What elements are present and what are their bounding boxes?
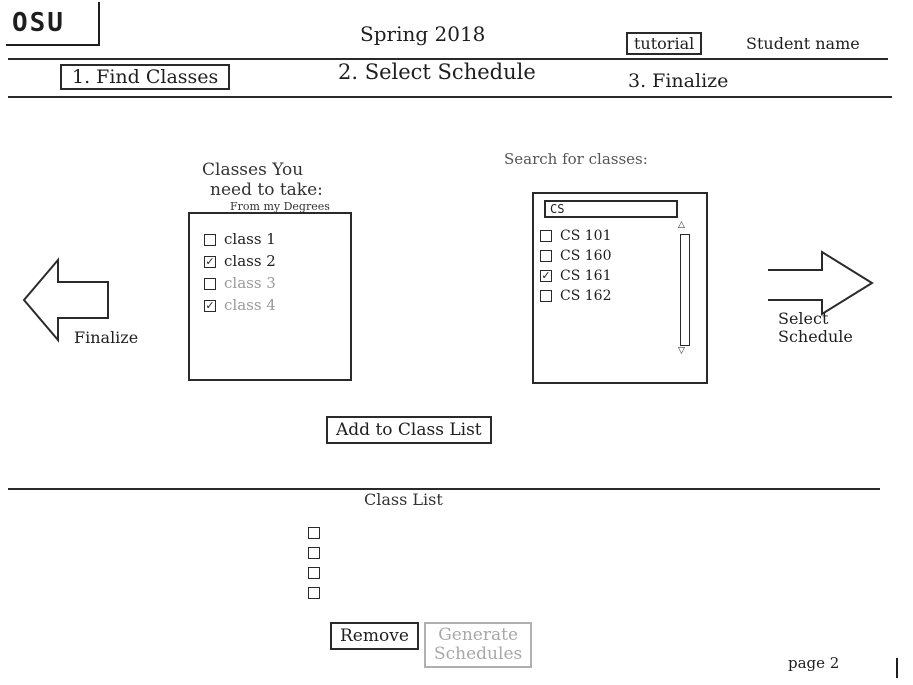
checkbox-icon[interactable]	[308, 546, 320, 559]
add-to-class-list-button[interactable]: Add to Class List	[326, 416, 492, 444]
scroll-down-icon[interactable]: ▽	[678, 346, 685, 356]
page-label: page 2	[788, 654, 840, 672]
step-find-classes-label: 1. Find Classes	[60, 64, 231, 90]
needed-class-item[interactable]: ✓ class 4	[204, 296, 350, 318]
search-result-item[interactable]: CS 160	[540, 248, 611, 268]
checkbox-icon[interactable]	[540, 230, 552, 242]
search-result-label: CS 101	[560, 228, 612, 244]
checkbox-icon[interactable]	[308, 526, 320, 539]
generate-line1: Generate	[438, 625, 519, 645]
needed-class-label: class 3	[224, 274, 276, 292]
search-input-value: CS	[550, 202, 565, 216]
needed-class-item[interactable]: class 1	[204, 230, 350, 252]
step-find-classes[interactable]: 1. Find Classes	[60, 64, 231, 90]
checkbox-icon[interactable]	[308, 586, 320, 599]
search-input[interactable]: CS	[544, 200, 678, 218]
term-title: Spring 2018	[360, 22, 486, 46]
search-result-label: CS 160	[560, 248, 612, 264]
checkbox-icon[interactable]	[540, 290, 552, 302]
checkbox-checked-icon[interactable]: ✓	[204, 256, 216, 268]
generate-schedules-button[interactable]: Generate Schedules	[424, 622, 533, 668]
needed-classes-list: class 1 ✓ class 2 class 3 ✓ class 4	[188, 212, 352, 381]
scroll-up-icon[interactable]: △	[678, 220, 685, 230]
class-list-title: Class List	[364, 490, 443, 509]
needed-title-line2: need to take:	[210, 180, 323, 200]
search-panel: CS CS 101 CS 160 ✓ CS 161 CS 162 △ ▽	[532, 192, 708, 384]
class-list-row[interactable]	[308, 582, 328, 602]
needed-class-item[interactable]: ✓ class 2	[204, 252, 350, 274]
needed-class-item[interactable]: class 3	[204, 274, 350, 296]
student-name: Student name	[746, 34, 860, 53]
search-result-label: CS 162	[560, 288, 612, 304]
class-list-row[interactable]	[308, 562, 328, 582]
search-result-item[interactable]: CS 162	[540, 288, 611, 308]
osu-logo[interactable]: OSU	[6, 2, 100, 46]
next-label-line2: Schedule	[778, 327, 853, 346]
class-list-row[interactable]	[308, 522, 328, 542]
remove-button[interactable]: Remove	[330, 622, 419, 650]
needed-class-label: class 1	[224, 230, 276, 248]
section-divider	[8, 488, 880, 490]
search-result-label: CS 161	[560, 268, 612, 284]
needed-title: Classes You need to take:	[202, 160, 323, 200]
needed-class-label: class 2	[224, 252, 276, 270]
next-label-line1: Select	[778, 309, 829, 328]
checkbox-icon[interactable]	[204, 234, 216, 246]
search-scrollbar[interactable]	[680, 234, 690, 346]
needed-class-label: class 4	[224, 296, 276, 314]
text-cursor	[896, 658, 898, 678]
checkbox-icon[interactable]	[204, 278, 216, 290]
needed-title-line1: Classes You	[202, 160, 304, 180]
checkbox-checked-icon[interactable]: ✓	[540, 270, 552, 282]
checkbox-checked-icon[interactable]: ✓	[204, 300, 216, 312]
step-finalize[interactable]: 3. Finalize	[628, 70, 728, 92]
checkbox-icon[interactable]	[540, 250, 552, 262]
checkbox-icon[interactable]	[308, 566, 320, 579]
next-arrow-icon[interactable]	[766, 250, 876, 316]
tutorial-button[interactable]: tutorial	[626, 32, 703, 55]
header-divider-bottom	[8, 96, 892, 98]
search-result-item[interactable]: ✓ CS 161	[540, 268, 611, 288]
generate-line2: Schedules	[434, 644, 523, 664]
class-list-row[interactable]	[308, 542, 328, 562]
search-title: Search for classes:	[504, 150, 648, 168]
search-result-item[interactable]: CS 101	[540, 228, 611, 248]
back-finalize-label[interactable]: Finalize	[74, 328, 138, 347]
step-select-schedule[interactable]: 2. Select Schedule	[338, 60, 536, 84]
next-select-schedule-label[interactable]: Select Schedule	[778, 310, 853, 346]
